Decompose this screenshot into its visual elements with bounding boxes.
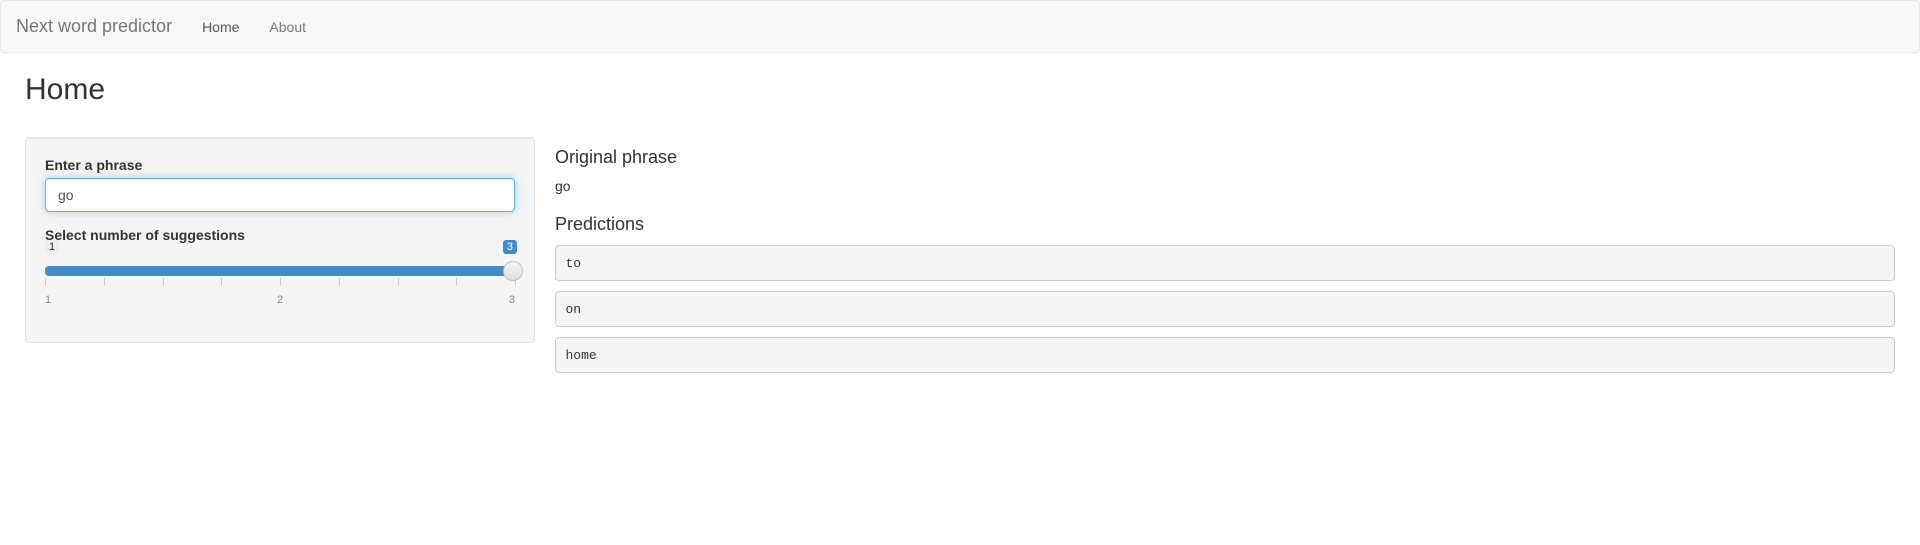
slider-tick-label-max: 3	[509, 294, 515, 306]
original-phrase-value: go	[555, 178, 1895, 194]
sidebar-well: Enter a phrase Select number of suggesti…	[25, 137, 535, 343]
predictions-heading: Predictions	[555, 214, 1895, 235]
prediction-item: home	[555, 337, 1895, 373]
slider-ticks	[45, 278, 515, 286]
slider-tick-label-min: 1	[45, 294, 51, 306]
main-panel: Original phrase go Predictions to on hom…	[555, 137, 1895, 383]
sidebar: Enter a phrase Select number of suggesti…	[25, 137, 535, 383]
slider-track[interactable]	[45, 266, 515, 276]
content: Enter a phrase Select number of suggesti…	[0, 117, 1920, 403]
phrase-label: Enter a phrase	[45, 157, 515, 173]
prediction-item: to	[555, 245, 1895, 281]
slider[interactable]: 1 3	[45, 248, 515, 308]
slider-tick-label-mid: 2	[277, 294, 283, 306]
nav-link-about[interactable]: About	[254, 4, 321, 50]
navbar: Next word predictor Home About	[0, 0, 1920, 53]
phrase-form-group: Enter a phrase	[45, 157, 515, 212]
nav-item-home[interactable]: Home	[187, 4, 254, 50]
slider-value-tooltip: 3	[503, 240, 517, 254]
prediction-item: on	[555, 291, 1895, 327]
nav-list: Home About	[187, 4, 321, 50]
page-title: Home	[0, 73, 1920, 107]
slider-label: Select number of suggestions	[45, 227, 515, 243]
slider-tick-labels: 1 2 3	[45, 294, 515, 308]
nav-item-about[interactable]: About	[254, 4, 321, 50]
original-phrase-heading: Original phrase	[555, 147, 1895, 168]
slider-form-group: Select number of suggestions 1 3	[45, 227, 515, 308]
navbar-brand[interactable]: Next word predictor	[16, 1, 187, 52]
phrase-input[interactable]	[45, 178, 515, 212]
slider-min-tooltip: 1	[45, 240, 59, 254]
nav-link-home[interactable]: Home	[187, 4, 254, 50]
